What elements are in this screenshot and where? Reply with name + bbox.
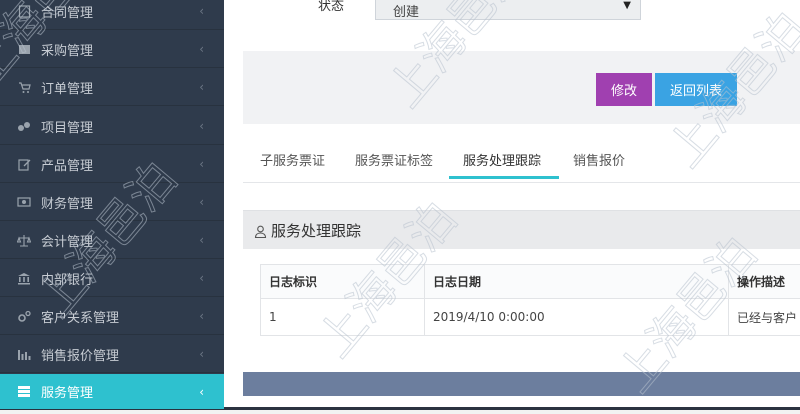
sidebar-item-orders[interactable]: 订单管理 ‹ [0, 69, 224, 106]
sidebar-item-purchase[interactable]: 采购管理 ‹ [0, 31, 224, 68]
edit-button[interactable]: 修改 [596, 73, 652, 106]
sidebar-item-label: 合同管理 [41, 2, 93, 21]
back-to-list-button[interactable]: 返回列表 [655, 73, 737, 106]
chevron-left-icon: ‹ [199, 271, 204, 285]
caret-down-icon: ▼ [623, 0, 631, 11]
sidebar-item-label: 采购管理 [41, 40, 93, 59]
tab-sub-service-ticket[interactable]: 子服务票证 [260, 150, 325, 169]
chevron-left-icon: ‹ [199, 42, 204, 56]
active-tab-indicator [449, 176, 559, 179]
sidebar: 合同管理 ‹ 采购管理 ‹ 订单管理 ‹ 项目管理 ‹ 产品管理 ‹ 财务管理 … [0, 0, 224, 410]
log-table: 日志标识 日志日期 操作描述 1 2019/4/10 0:00:00 已经与客户 [260, 264, 800, 336]
cell-log-id: 1 [261, 299, 425, 336]
sidebar-item-projects[interactable]: 项目管理 ‹ [0, 108, 224, 145]
sidebar-item-products[interactable]: 产品管理 ‹ [0, 146, 224, 183]
chevron-left-icon: ‹ [199, 119, 204, 133]
edit-icon [17, 157, 31, 171]
scale-icon [17, 233, 31, 247]
sidebar-item-label: 订单管理 [41, 78, 93, 97]
sidebar-item-finance[interactable]: 财务管理 ‹ [0, 184, 224, 221]
cell-description: 已经与客户 [729, 299, 800, 336]
sidebar-item-contract[interactable]: 合同管理 ‹ [0, 0, 224, 30]
column-header-log-id[interactable]: 日志标识 [261, 265, 425, 299]
cell-log-date: 2019/4/10 0:00:00 [425, 299, 729, 336]
sidebar-item-label: 内部银行 [41, 269, 93, 288]
main-content: 状态 创建 ▼ 修改 返回列表 子服务票证 服务票证标签 服务处理跟踪 销售报价… [224, 0, 800, 410]
status-select-value: 创建 [393, 1, 419, 20]
chevron-left-icon: ‹ [199, 385, 204, 399]
panel-header: 服务处理跟踪 [243, 210, 800, 249]
chevron-left-icon: ‹ [199, 195, 204, 209]
sidebar-item-crm[interactable]: 客户关系管理 ‹ [0, 298, 224, 335]
action-bar: 修改 返回列表 [243, 51, 800, 124]
status-select[interactable]: 创建 ▼ [375, 0, 641, 20]
tab-bar: 子服务票证 服务票证标签 服务处理跟踪 销售报价 [243, 136, 800, 183]
cart-icon [17, 80, 31, 94]
user-icon [254, 223, 267, 242]
sidebar-item-label: 会计管理 [41, 231, 93, 250]
gears-icon [17, 309, 31, 323]
sidebar-item-label: 项目管理 [41, 117, 93, 136]
chevron-left-icon: ‹ [199, 157, 204, 171]
tab-service-ticket-tags[interactable]: 服务票证标签 [355, 150, 433, 169]
bank-icon [17, 271, 31, 285]
column-header-log-date[interactable]: 日志日期 [425, 265, 729, 299]
sidebar-item-label: 财务管理 [41, 193, 93, 212]
panel-title: 服务处理跟踪 [271, 220, 361, 241]
tab-sales-quote[interactable]: 销售报价 [573, 150, 625, 169]
purchase-icon [17, 42, 31, 56]
sidebar-item-sales-quote[interactable]: 销售报价管理 ‹ [0, 336, 224, 373]
table-header-row: 日志标识 日志日期 操作描述 [261, 265, 800, 299]
bar-chart-icon [17, 347, 31, 361]
sidebar-item-label: 服务管理 [41, 382, 93, 401]
sidebar-item-label: 产品管理 [41, 155, 93, 174]
chevron-left-icon: ‹ [199, 347, 204, 361]
money-icon [17, 195, 31, 209]
status-label: 状态 [318, 0, 344, 14]
server-icon [17, 385, 31, 399]
project-icon [17, 119, 31, 133]
sidebar-item-accounting[interactable]: 会计管理 ‹ [0, 222, 224, 259]
sidebar-item-internal-bank[interactable]: 内部银行 ‹ [0, 260, 224, 297]
tab-service-tracking[interactable]: 服务处理跟踪 [463, 150, 541, 169]
chevron-left-icon: ‹ [199, 309, 204, 323]
chevron-left-icon: ‹ [199, 4, 204, 18]
table-row[interactable]: 1 2019/4/10 0:00:00 已经与客户 [261, 299, 800, 336]
footer-bar [243, 372, 800, 396]
sidebar-item-label: 客户关系管理 [41, 307, 119, 326]
column-header-description[interactable]: 操作描述 [729, 265, 800, 299]
chevron-left-icon: ‹ [199, 80, 204, 94]
sidebar-item-service[interactable]: 服务管理 ‹ [0, 374, 224, 410]
chevron-left-icon: ‹ [199, 233, 204, 247]
contract-icon [17, 4, 31, 18]
sidebar-item-label: 销售报价管理 [41, 345, 119, 364]
